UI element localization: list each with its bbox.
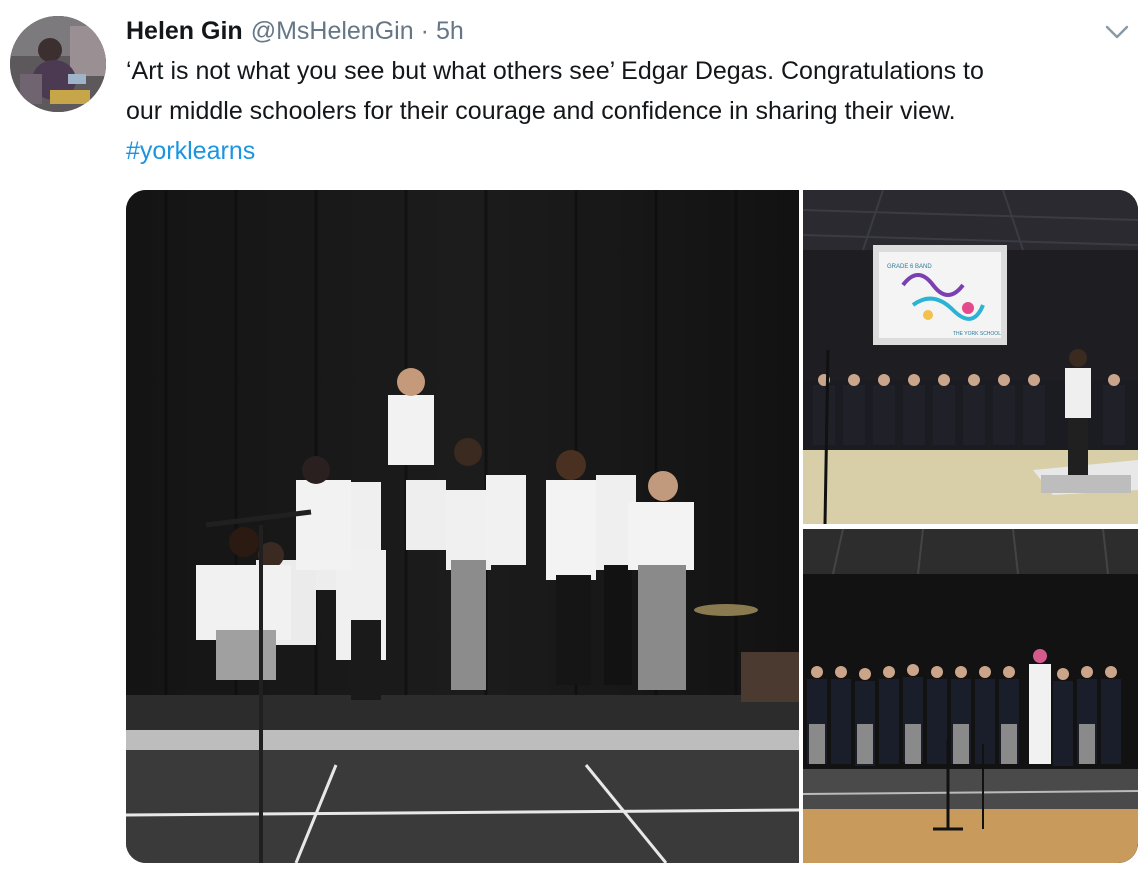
- tweet-header: Helen Gin @MsHelenGin · 5h: [126, 14, 464, 48]
- photo-band-performance[interactable]: GRADE 6 BAND THE YORK SCHOOL: [803, 190, 1138, 524]
- tweet-card: Helen Gin @MsHelenGin · 5h ‘Art is not w…: [0, 0, 1146, 880]
- tweet-text-line: our middle schoolers for their courage a…: [126, 97, 956, 125]
- author-handle[interactable]: @MsHelenGin: [251, 17, 414, 46]
- avatar[interactable]: [10, 16, 106, 112]
- screen-footer: THE YORK SCHOOL: [953, 331, 1001, 337]
- tweet-text: ‘Art is not what you see but what others…: [126, 51, 1126, 171]
- author-display-name[interactable]: Helen Gin: [126, 17, 243, 46]
- photo-students-on-stage[interactable]: [126, 190, 799, 863]
- screen-heading: GRADE 6 BAND: [887, 264, 932, 270]
- media-grid: GRADE 6 BAND THE YORK SCHOOL: [126, 190, 1138, 863]
- photo-choir-lineup[interactable]: [803, 529, 1138, 863]
- header-separator: ·: [420, 16, 429, 45]
- hashtag-link[interactable]: #yorklearns: [126, 131, 1126, 171]
- tweet-text-line: ‘Art is not what you see but what others…: [126, 57, 984, 85]
- avatar-image: [10, 16, 106, 112]
- chevron-down-icon[interactable]: [1104, 22, 1130, 42]
- tweet-timestamp[interactable]: 5h: [436, 17, 464, 46]
